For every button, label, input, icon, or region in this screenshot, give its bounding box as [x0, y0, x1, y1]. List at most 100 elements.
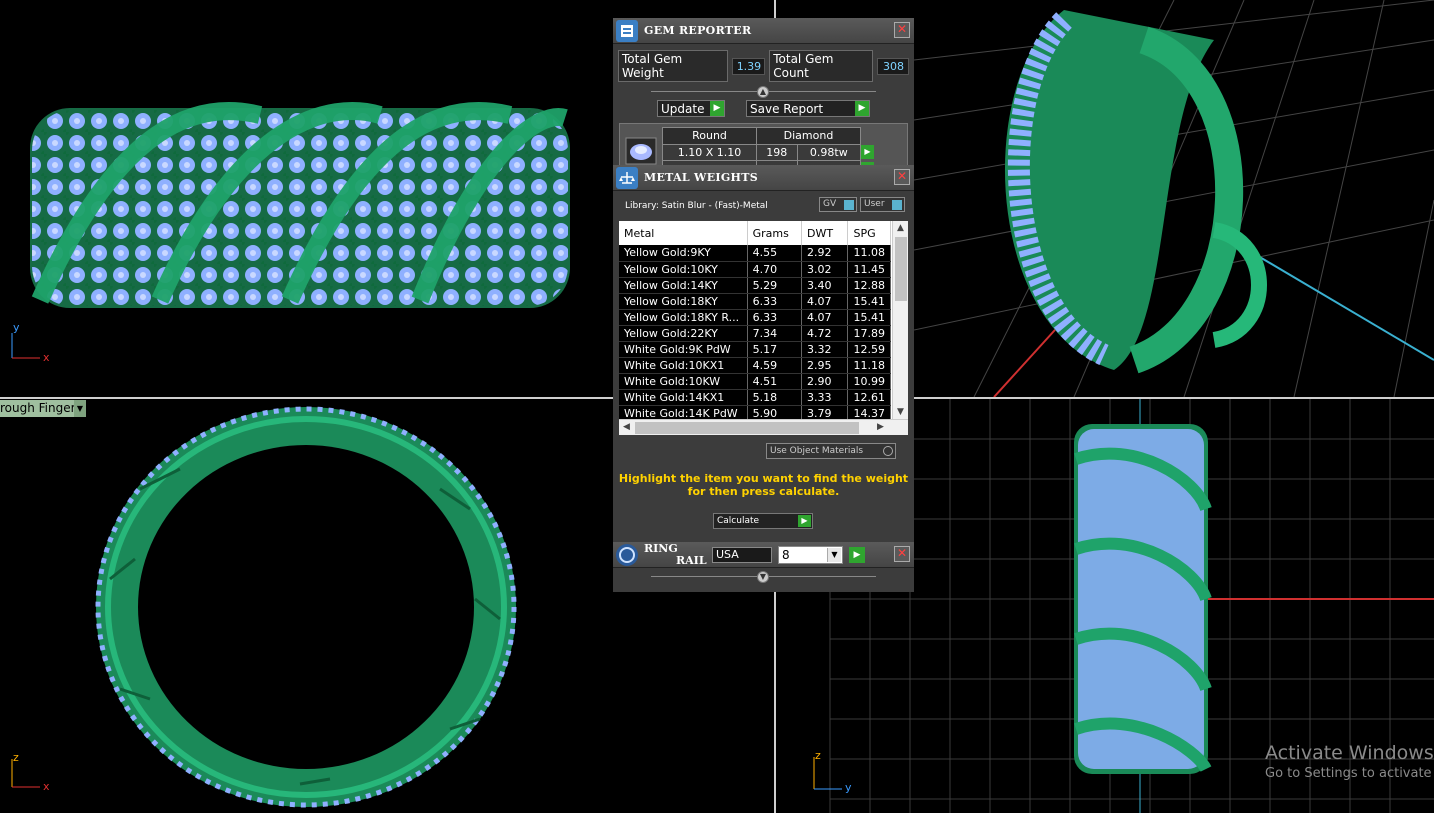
- table-row[interactable]: White Gold:10KW 4.51 2.90 10.99: [619, 373, 891, 390]
- select-gem-button[interactable]: ▶: [861, 145, 874, 160]
- ring-rail-header[interactable]: RING RAIL USA 8 ▼ ▶ ✕: [613, 542, 914, 568]
- metal-grams: 5.18: [747, 389, 802, 406]
- metal-dwt: 4.07: [801, 293, 849, 310]
- info-icon: [892, 200, 902, 210]
- ring-top-view: [11, 406, 517, 808]
- metal-dwt: 4.72: [801, 325, 849, 342]
- metal-name: Yellow Gold:22KY: [619, 325, 748, 342]
- table-row[interactable]: White Gold:14KX1 5.18 3.33 12.61: [619, 389, 891, 406]
- ring-perspective-view: [914, 0, 1434, 397]
- metal-spg: 17.89: [847, 325, 891, 342]
- apply-ring-size-button[interactable]: ▶: [849, 546, 865, 563]
- metal-dwt: 3.32: [801, 341, 849, 358]
- calculate-button[interactable]: Calculate ▶: [713, 513, 813, 529]
- close-button[interactable]: ✕: [894, 22, 910, 38]
- metal-grams: 4.51: [747, 373, 802, 390]
- column-header[interactable]: Metal: [619, 221, 748, 245]
- ring-size-region-field[interactable]: USA: [712, 546, 772, 563]
- table-row[interactable]: Yellow Gold:18KY R... 6.33 4.07 15.41: [619, 309, 891, 326]
- gv-label: GV: [823, 199, 837, 209]
- gem-weight: 0.98tw: [796, 143, 862, 162]
- metal-name: White Gold:14KX1: [619, 389, 748, 406]
- metal-grams: 7.34: [747, 325, 802, 342]
- panel-splitter[interactable]: ▲: [613, 86, 914, 98]
- metal-weights-panel: METAL WEIGHTS ✕ Library: Satin Blur - (F…: [613, 165, 914, 542]
- ring-rail-title: RING RAIL: [642, 541, 712, 567]
- ring-size-select[interactable]: 8 ▼: [778, 545, 843, 564]
- scroll-left-icon[interactable]: ◀: [623, 422, 630, 432]
- gv-toggle[interactable]: GV: [819, 197, 857, 212]
- metal-weights-header[interactable]: METAL WEIGHTS ✕: [613, 165, 914, 191]
- close-icon: ✕: [896, 546, 908, 560]
- table-row[interactable]: White Gold:10KX1 4.59 2.95 11.18: [619, 357, 891, 374]
- metal-grams: 4.55: [747, 245, 802, 262]
- axis-z-label: z: [815, 749, 821, 762]
- table-row[interactable]: Yellow Gold:22KY 7.34 4.72 17.89: [619, 325, 891, 342]
- close-icon: ✕: [896, 22, 908, 36]
- column-header[interactable]: Grams: [747, 221, 802, 245]
- close-button[interactable]: ✕: [894, 169, 910, 185]
- metal-spg: 15.41: [847, 293, 891, 310]
- close-icon: ✕: [896, 169, 908, 183]
- scroll-up-icon[interactable]: ▲: [897, 223, 904, 233]
- vertical-scrollbar[interactable]: ▲ ▼: [892, 221, 908, 419]
- scroll-down-icon[interactable]: ▼: [897, 407, 904, 417]
- viewport-front[interactable]: y x: [0, 0, 613, 397]
- save-report-button[interactable]: Save Report ▶: [746, 100, 870, 117]
- column-header[interactable]: DWT: [801, 221, 849, 245]
- metal-grams: 4.59: [747, 357, 802, 374]
- ring-rail-title-line1: RING: [644, 541, 678, 555]
- metal-list[interactable]: Metal Grams DWT SPG Yellow Gold:9KY 4.55 2…: [619, 221, 908, 435]
- instruction-text: Highlight the item you want to find the …: [618, 472, 909, 498]
- table-row[interactable]: Yellow Gold:18KY 6.33 4.07 15.41: [619, 293, 891, 310]
- scrollbar-thumb[interactable]: [895, 237, 907, 301]
- ring-rail-panel: RING RAIL USA 8 ▼ ▶ ✕ ▼: [613, 542, 914, 592]
- close-button[interactable]: ✕: [894, 546, 910, 562]
- watermark-title: Activate Windows: [1265, 742, 1434, 764]
- app-window: y x z x rough Finger ▼ z y GEM REPORTER …: [0, 0, 1434, 813]
- metal-grams: 6.33: [747, 293, 802, 310]
- gem-count: 198: [756, 143, 798, 162]
- metal-name: Yellow Gold:18KY R...: [619, 309, 748, 326]
- play-icon: ▶: [798, 515, 811, 527]
- table-row[interactable]: Yellow Gold:14KY 5.29 3.40 12.88: [619, 277, 891, 294]
- chevron-down-icon: ▼: [74, 400, 86, 417]
- panel-title: GEM REPORTER: [644, 24, 752, 37]
- metal-spg: 15.41: [847, 309, 891, 326]
- viewport-perspective[interactable]: [914, 0, 1434, 397]
- metal-grams: 5.17: [747, 341, 802, 358]
- metal-table: Metal Grams DWT SPG Yellow Gold:9KY 4.55 2…: [619, 221, 891, 422]
- play-icon: ▶: [710, 101, 724, 116]
- metal-name: Yellow Gold:10KY: [619, 261, 748, 278]
- horizontal-scrollbar[interactable]: ◀ ▶: [619, 419, 908, 435]
- metal-spg: 12.59: [847, 341, 891, 358]
- column-header[interactable]: SPG: [847, 221, 891, 245]
- view-mode-dropdown[interactable]: rough Finger ▼: [0, 400, 86, 417]
- collapse-icon[interactable]: ▲: [757, 86, 769, 98]
- chevron-down-icon: ▼: [827, 547, 841, 562]
- panel-splitter[interactable]: ▼: [613, 571, 914, 583]
- user-toggle[interactable]: User: [860, 197, 905, 212]
- table-row[interactable]: Yellow Gold:9KY 4.55 2.92 11.08: [619, 245, 891, 262]
- gem-size: 1.10 X 1.10: [662, 143, 757, 162]
- metal-spg: 11.45: [847, 261, 891, 278]
- material-header: Diamond: [756, 127, 861, 145]
- metal-grams: 6.33: [747, 309, 802, 326]
- gem-row[interactable]: 1.10 X 1.10 198 0.98tw ▶: [662, 143, 875, 162]
- scroll-right-icon[interactable]: ▶: [877, 422, 884, 432]
- use-object-materials-toggle[interactable]: Use Object Materials: [766, 443, 896, 459]
- update-button[interactable]: Update ▶: [657, 100, 725, 117]
- table-row[interactable]: Yellow Gold:10KY 4.70 3.02 11.45: [619, 261, 891, 278]
- viewport-top[interactable]: z x: [0, 399, 613, 813]
- update-label: Update: [661, 101, 705, 116]
- expand-icon[interactable]: ▼: [757, 571, 769, 583]
- axis-y-label: y: [13, 321, 20, 334]
- info-icon: [844, 200, 854, 210]
- gem-reporter-header[interactable]: GEM REPORTER ✕: [613, 18, 914, 44]
- total-gem-weight-label: Total Gem Weight: [618, 50, 728, 82]
- use-object-materials-label: Use Object Materials: [770, 446, 864, 456]
- axis-z-label: z: [13, 751, 19, 764]
- ring-icon: [616, 543, 638, 566]
- scrollbar-thumb[interactable]: [635, 422, 859, 434]
- table-row[interactable]: White Gold:9K PdW 5.17 3.32 12.59: [619, 341, 891, 358]
